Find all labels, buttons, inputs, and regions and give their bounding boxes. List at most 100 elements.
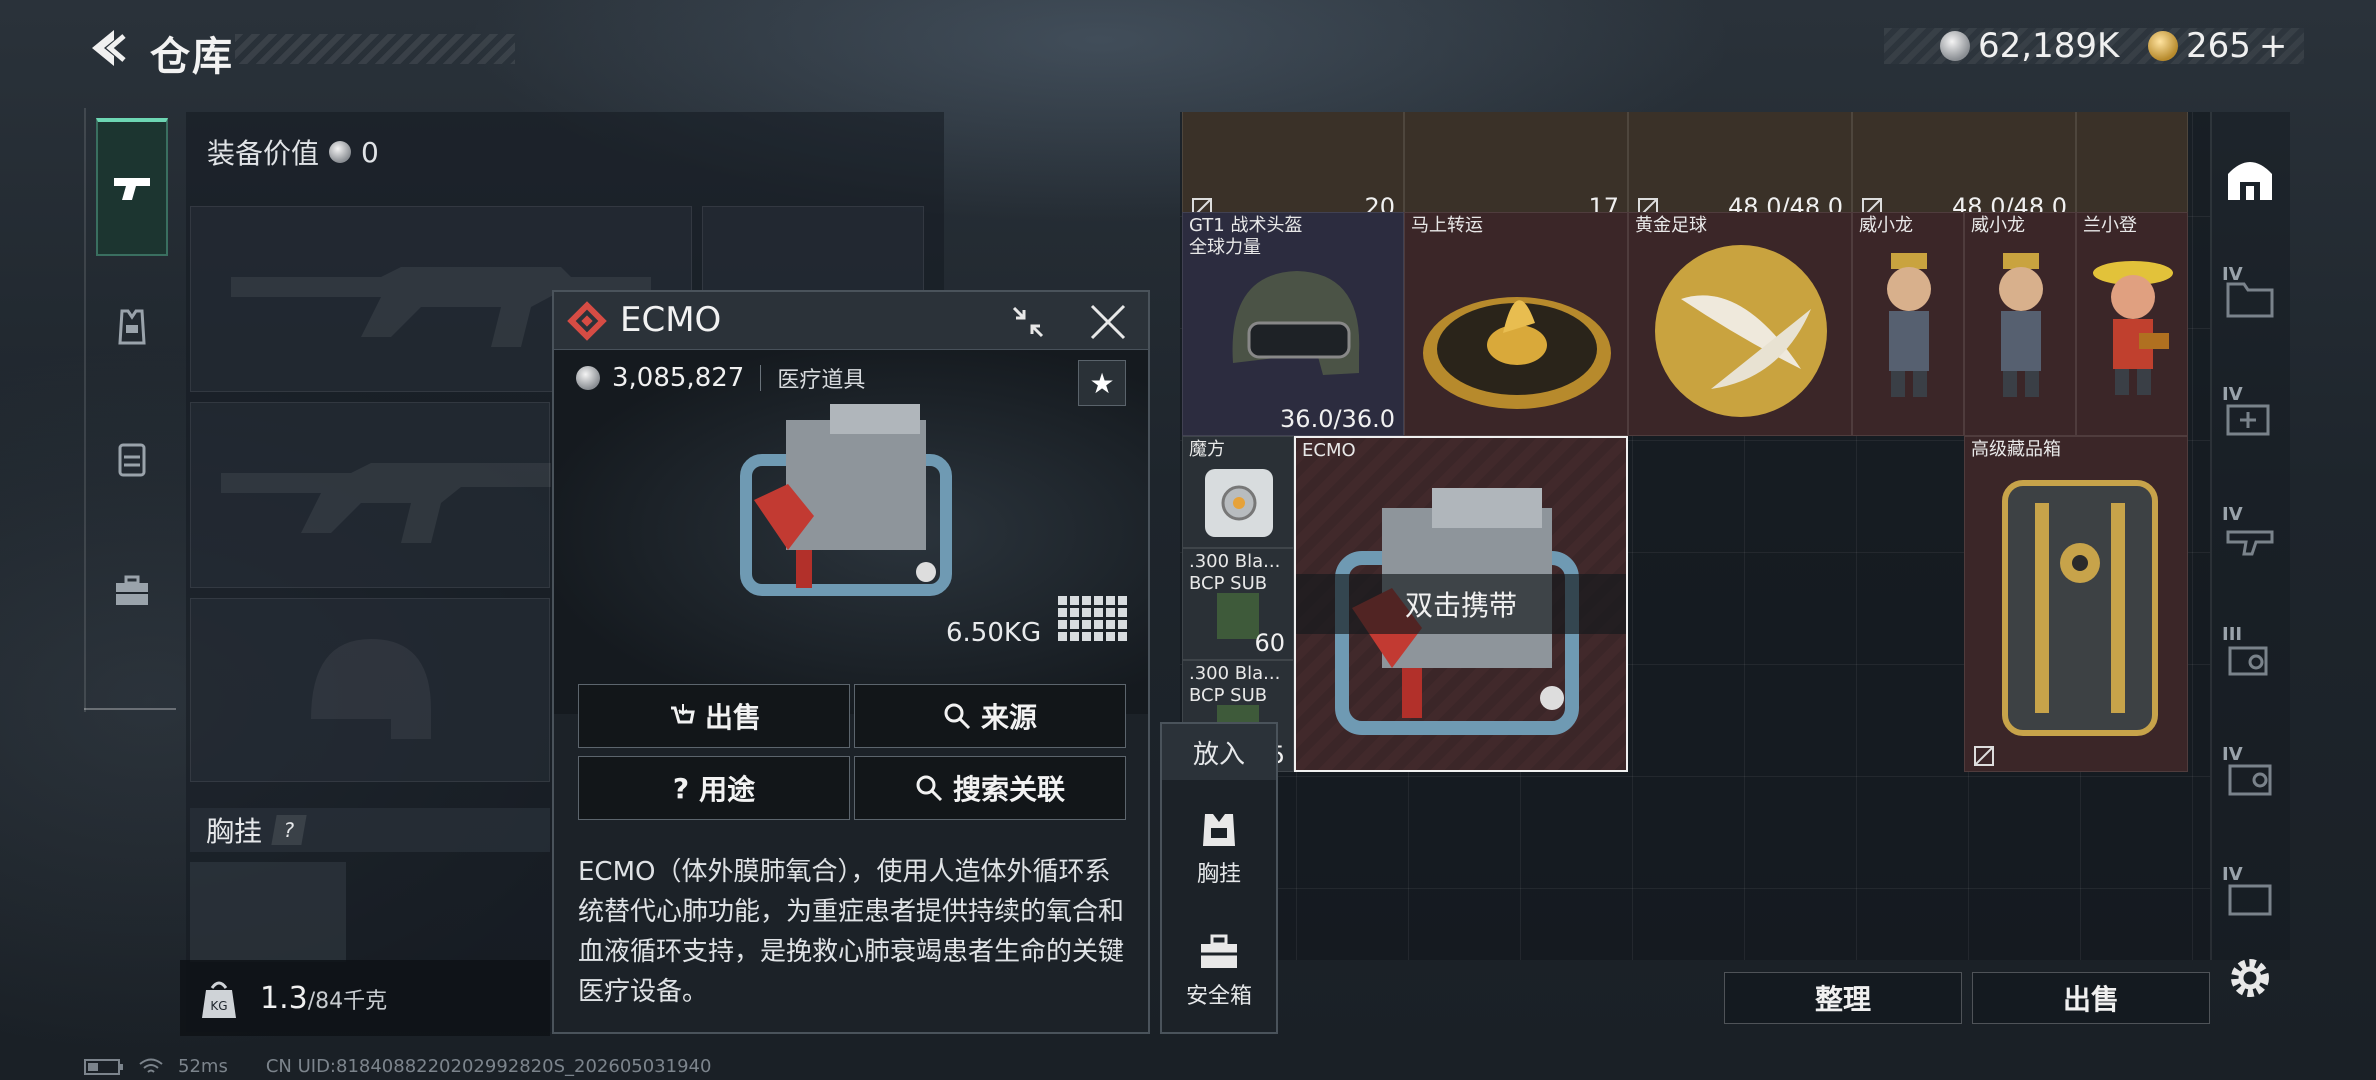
arrange-button[interactable]: 整理 [1724, 972, 1962, 1024]
put-in-title: 放入 [1162, 724, 1276, 780]
container-slot-3[interactable]: IV [2222, 504, 2278, 566]
search-related-button[interactable]: 搜索关联 [854, 756, 1126, 820]
inventory-item[interactable]: 20 [1182, 112, 1404, 224]
inventory-item-football[interactable]: 黄金足球 [1628, 212, 1852, 436]
golden-football-icon [1655, 245, 1827, 417]
wifi-icon [139, 1058, 163, 1073]
secondary-weapon-slot[interactable] [190, 402, 551, 588]
silver-currency: 62,189K [1940, 26, 2119, 66]
backpack-icon [118, 443, 146, 477]
usage-button[interactable]: ? 用途 [578, 756, 850, 820]
user-uid: CN UID:8184088220202992820S_202605031940 [265, 1056, 712, 1077]
item-name: 高级藏品箱 [1971, 439, 2061, 460]
tab-weapons[interactable] [96, 118, 168, 256]
item-weight: 6.50KG [946, 618, 1042, 648]
usage-button-label: 用途 [699, 773, 756, 806]
inventory-item[interactable]: 48.0/48.0 [1852, 112, 2076, 224]
sell-button[interactable]: 出售 [578, 684, 850, 748]
pistol-icon [114, 178, 150, 200]
divider [760, 365, 762, 391]
page-title: 仓库 [150, 34, 234, 80]
equipment-value-label: 装备价值 [207, 137, 320, 170]
inventory-item-helmet[interactable]: GT1 战术头盔 全球力量 36.0/36.0 [1182, 212, 1404, 436]
helmet-silhouette-icon [311, 639, 431, 739]
weight-icon: KG [202, 981, 236, 1018]
item-count: 60 [1254, 629, 1285, 657]
inventory-item-figure[interactable]: 威小龙 [1964, 212, 2076, 436]
collection-case-icon [2002, 480, 2158, 736]
item-name: 威小龙 [1971, 215, 2025, 236]
sell-all-button[interactable]: 出售 [1972, 972, 2210, 1024]
silver-coin-icon [576, 366, 600, 390]
item-detail-popup: ECMO 3,085,827 医疗道具 ★ 6.50KG 出售 来源 ? 用途 … [552, 290, 1150, 1034]
item-name: 黄金足球 [1635, 215, 1707, 236]
inventory-item-ecmo-selected[interactable]: ECMO 双击携带 [1294, 436, 1628, 772]
inventory-item[interactable] [2076, 112, 2188, 224]
item-description: ECMO（体外膜肺氧合），使用人造体外循环系统替代心肺功能，为重症患者提供持续的… [578, 857, 1125, 1007]
item-title: ECMO [620, 300, 722, 340]
container-slot-1[interactable]: IV [2222, 264, 2278, 326]
inventory-item[interactable]: 48.0/48.0 [1628, 112, 1852, 224]
warehouse-icon[interactable] [2222, 150, 2278, 206]
container-level: IV [2222, 744, 2243, 765]
container-slot-4[interactable]: III [2222, 624, 2278, 686]
gold-amount: 265 [2186, 26, 2251, 66]
doll-figure-icon [2093, 261, 2173, 395]
gold-currency[interactable]: 265 + [2148, 26, 2287, 66]
add-currency-button[interactable]: + [2259, 26, 2288, 66]
inventory-item-cube[interactable]: 魔方 [1182, 436, 1294, 548]
inventory-item[interactable]: 17 [1404, 112, 1628, 224]
item-price-row: 3,085,827 医疗道具 [576, 362, 865, 394]
favorite-star-button[interactable]: ★ [1078, 360, 1126, 406]
golden-horse-coin-icon [1423, 297, 1611, 409]
put-in-chest-rig-button[interactable]: 胸挂 [1162, 794, 1276, 904]
item-price: 3,085,827 [612, 363, 745, 393]
helmet-slot[interactable] [190, 598, 550, 782]
double-tap-hint: 双击携带 [1296, 574, 1626, 634]
silver-coin-icon [329, 141, 352, 163]
item-preview [554, 350, 1148, 714]
container-level: IV [2222, 864, 2243, 885]
inventory-item-figure[interactable]: 威小龙 [1852, 212, 1964, 436]
doll-figure-icon [1999, 253, 2043, 397]
item-name: 魔方 [1189, 439, 1225, 460]
settings-gear-icon[interactable] [2222, 950, 2278, 1006]
container-slot-5[interactable]: IV [2222, 744, 2278, 806]
chest-rig-label: 胸挂 [206, 815, 263, 848]
chest-rig-slot[interactable] [190, 862, 346, 962]
inventory-item-figure[interactable]: 兰小登 [2076, 212, 2188, 436]
left-tab-bar [84, 108, 176, 712]
help-icon[interactable]: ? [271, 815, 307, 845]
item-name: ECMO [1302, 440, 1356, 461]
item-category: 医疗道具 [777, 368, 866, 393]
collapse-icon[interactable] [1008, 302, 1048, 342]
helmet-icon [1232, 271, 1360, 375]
source-button[interactable]: 来源 [854, 684, 1126, 748]
search-icon [916, 775, 943, 802]
status-footer: 52ms CN UID:8184088220202992820S_2026050… [84, 1056, 711, 1077]
container-slot-2[interactable]: IV [2222, 384, 2278, 446]
back-arrow-icon[interactable] [84, 26, 128, 70]
container-slot-6[interactable]: IV [2222, 864, 2278, 926]
rifle-silhouette-icon [221, 463, 551, 543]
search-icon [944, 703, 971, 730]
equipment-value: 装备价值 0 [207, 132, 379, 172]
inventory-item-medal[interactable]: 马上转运 [1404, 212, 1628, 436]
container-level: III [2222, 624, 2243, 645]
companion-cube-icon [1205, 469, 1273, 537]
tab-safebox[interactable] [96, 522, 168, 660]
inventory-item-ammo[interactable]: .300 Bla... BCP SUB 60 [1182, 548, 1294, 660]
tab-armor[interactable] [96, 258, 168, 396]
star-icon: ★ [1089, 366, 1115, 400]
close-icon[interactable] [1086, 300, 1130, 344]
put-in-safebox-label: 安全箱 [1185, 984, 1252, 1009]
weight-max: /84千克 [307, 988, 388, 1014]
no-insure-icon [1974, 746, 1994, 766]
source-button-label: 来源 [980, 701, 1037, 734]
battery-icon [84, 1058, 123, 1075]
inventory-item-collection-box[interactable]: 高级藏品箱 [1964, 436, 2188, 772]
put-in-safebox-button[interactable]: 安全箱 [1162, 916, 1276, 1026]
weight-indicator: KG 1.3/84千克 [180, 960, 550, 1036]
tab-backpack[interactable] [96, 390, 168, 528]
inventory-grid[interactable]: 20 17 48.0/48.0 48.0/48.0 GT1 战术头盔 全球力量 … [1180, 112, 2210, 960]
